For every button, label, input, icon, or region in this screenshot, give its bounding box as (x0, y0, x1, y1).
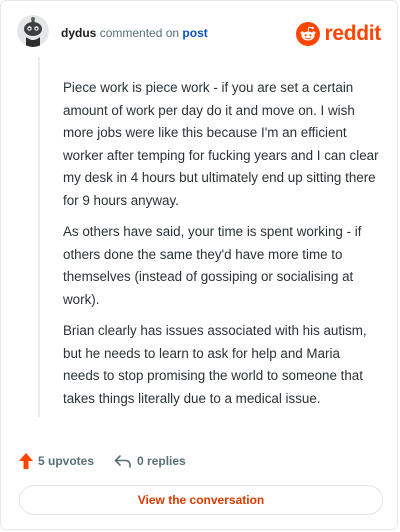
thread-line (38, 57, 40, 417)
user-avatar[interactable] (17, 15, 49, 47)
view-conversation-button[interactable]: View the conversation (19, 485, 383, 515)
comment-paragraph: Brian clearly has issues associated with… (63, 323, 367, 406)
comment-header: dydus commented on post reddit (17, 15, 381, 55)
comment-embed-card: dydus commented on post reddit Piece wor… (0, 0, 398, 530)
reply-count: 0 replies (137, 454, 186, 468)
upvote-button[interactable]: 5 upvotes (19, 453, 94, 469)
reddit-logo-icon (296, 22, 321, 46)
snoo-avatar-icon (17, 15, 49, 47)
comment-meta: dydus commented on post (61, 26, 208, 40)
post-link[interactable]: post (182, 26, 207, 40)
comment-paragraph: As others have said, your time is spent … (63, 224, 362, 307)
upvote-arrow-icon (19, 453, 33, 469)
upvote-count: 5 upvotes (38, 454, 95, 468)
reddit-brand[interactable]: reddit (296, 21, 381, 47)
reply-arrow-icon (114, 455, 131, 468)
username-link[interactable]: dydus (61, 26, 96, 40)
comment-paragraph: Piece work is piece work - if you are se… (63, 80, 379, 208)
reddit-wordmark: reddit (324, 22, 381, 45)
commented-on-label: commented on (99, 26, 180, 40)
comment-body: Piece work is piece work - if you are se… (63, 77, 379, 419)
comment-actions: 5 upvotes 0 replies (19, 451, 186, 471)
reply-button[interactable]: 0 replies (114, 454, 186, 468)
